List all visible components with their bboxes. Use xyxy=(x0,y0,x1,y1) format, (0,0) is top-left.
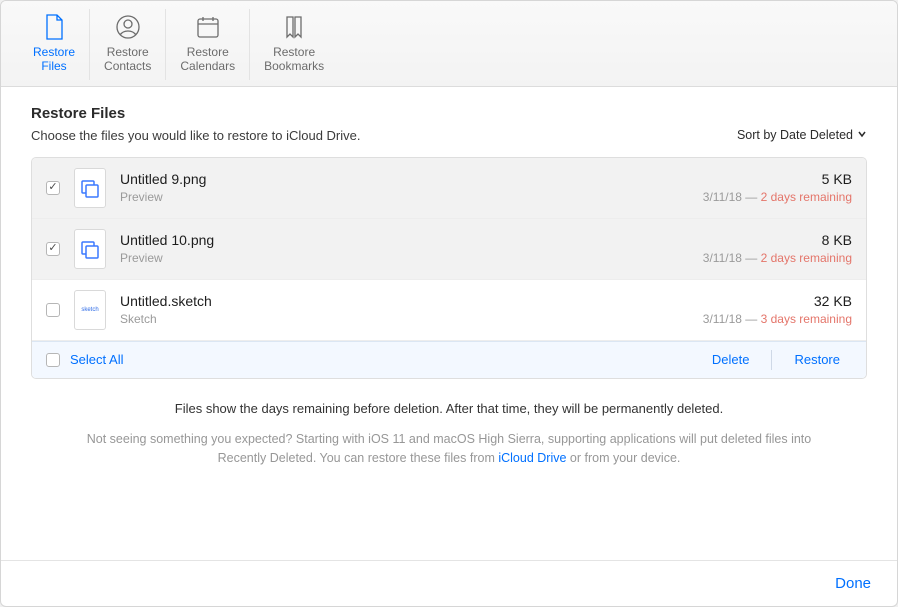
file-row[interactable]: Untitled 9.png Preview 5 KB 3/11/18 — 2 day… xyxy=(32,158,866,219)
page-title: Restore Files xyxy=(31,105,867,122)
file-date: 3/11/18 — 3 days remaining xyxy=(703,312,852,326)
file-checkbox[interactable] xyxy=(46,181,60,195)
file-date: 3/11/18 — 2 days remaining xyxy=(703,190,852,204)
file-name: Untitled 9.png xyxy=(120,171,689,187)
page-subtitle: Choose the files you would like to resto… xyxy=(31,128,361,143)
file-remaining: 2 days remaining xyxy=(761,190,852,204)
delete-button[interactable]: Delete xyxy=(700,352,762,367)
info-secondary-a: Not seeing something you expected? Start… xyxy=(87,432,811,465)
select-all-button[interactable]: Select All xyxy=(70,352,123,367)
bookmark-icon xyxy=(280,13,308,41)
tab-restore-contacts[interactable]: RestoreContacts xyxy=(90,9,166,80)
separator xyxy=(771,350,772,370)
file-app: Sketch xyxy=(120,312,689,326)
content-area: Restore Files Choose the files you would… xyxy=(1,87,897,560)
separator: — xyxy=(742,190,761,204)
file-meta: 32 KB 3/11/18 — 3 days remaining xyxy=(703,293,852,326)
contact-icon xyxy=(114,13,142,41)
toolbar: RestoreFiles RestoreContacts RestoreCale… xyxy=(1,1,897,87)
tab-label: RestoreCalendars xyxy=(180,45,235,74)
tab-restore-bookmarks[interactable]: RestoreBookmarks xyxy=(250,9,338,80)
file-app: Preview xyxy=(120,251,689,265)
info-text: Files show the days remaining before del… xyxy=(31,401,867,416)
preview-file-icon xyxy=(74,229,106,269)
sort-dropdown[interactable]: Sort by Date Deleted xyxy=(737,128,867,142)
file-remaining: 2 days remaining xyxy=(761,251,852,265)
chevron-down-icon xyxy=(857,128,867,142)
tab-label: RestoreContacts xyxy=(104,45,151,74)
file-size: 8 KB xyxy=(703,232,852,248)
preview-file-icon xyxy=(74,168,106,208)
file-info: Untitled.sketch Sketch xyxy=(120,293,689,326)
file-name: Untitled 10.png xyxy=(120,232,689,248)
file-info: Untitled 9.png Preview xyxy=(120,171,689,204)
file-name: Untitled.sketch xyxy=(120,293,689,309)
file-checkbox[interactable] xyxy=(46,303,60,317)
sort-label: Sort by Date Deleted xyxy=(737,128,853,142)
sketch-file-icon: sketch xyxy=(74,290,106,330)
file-icon xyxy=(40,13,68,41)
file-size: 5 KB xyxy=(703,171,852,187)
file-list: Untitled 9.png Preview 5 KB 3/11/18 — 2 day… xyxy=(31,157,867,379)
file-size: 32 KB xyxy=(703,293,852,309)
file-date-value: 3/11/18 xyxy=(703,312,742,326)
tab-restore-calendars[interactable]: RestoreCalendars xyxy=(166,9,250,80)
separator: — xyxy=(742,312,761,326)
file-meta: 5 KB 3/11/18 — 2 days remaining xyxy=(703,171,852,204)
info-secondary: Not seeing something you expected? Start… xyxy=(31,430,867,468)
file-row[interactable]: Untitled 10.png Preview 8 KB 3/11/18 — 2 da… xyxy=(32,219,866,280)
calendar-icon xyxy=(194,13,222,41)
tab-restore-files[interactable]: RestoreFiles xyxy=(19,9,90,80)
done-button[interactable]: Done xyxy=(835,575,871,592)
file-checkbox[interactable] xyxy=(46,242,60,256)
file-app: Preview xyxy=(120,190,689,204)
info-secondary-b: or from your device. xyxy=(566,451,680,465)
file-date: 3/11/18 — 2 days remaining xyxy=(703,251,852,265)
tab-label: RestoreFiles xyxy=(33,45,75,74)
bottom-bar: Done xyxy=(1,560,897,606)
file-info: Untitled 10.png Preview xyxy=(120,232,689,265)
file-meta: 8 KB 3/11/18 — 2 days remaining xyxy=(703,232,852,265)
file-date-value: 3/11/18 xyxy=(703,190,742,204)
select-all-checkbox[interactable] xyxy=(46,353,60,367)
tab-label: RestoreBookmarks xyxy=(264,45,324,74)
restore-files-dialog: RestoreFiles RestoreContacts RestoreCale… xyxy=(0,0,898,607)
file-remaining: 3 days remaining xyxy=(761,312,852,326)
list-footer: Select All Delete Restore xyxy=(32,341,866,378)
restore-button[interactable]: Restore xyxy=(782,352,852,367)
file-row[interactable]: sketch Untitled.sketch Sketch 32 KB 3/11/18 … xyxy=(32,280,866,341)
file-list-scroll[interactable]: Untitled 9.png Preview 5 KB 3/11/18 — 2 day… xyxy=(32,158,866,341)
separator: — xyxy=(742,251,761,265)
file-date-value: 3/11/18 xyxy=(703,251,742,265)
icloud-drive-link[interactable]: iCloud Drive xyxy=(498,451,566,465)
